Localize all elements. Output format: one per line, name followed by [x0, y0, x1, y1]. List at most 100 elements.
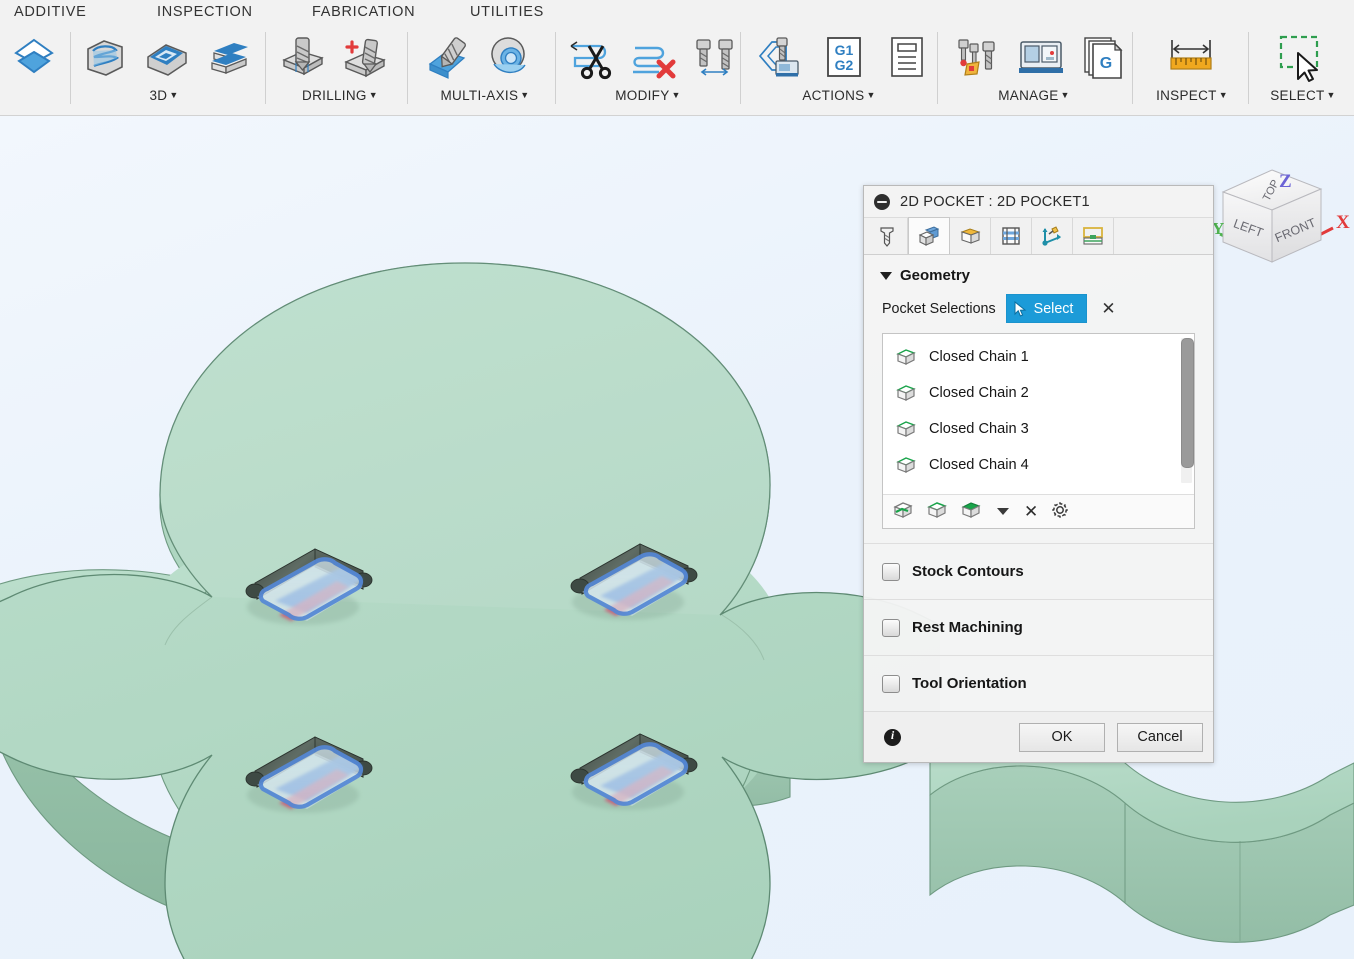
ribbon-label-manage[interactable]: MANAGE ▼	[958, 88, 1110, 103]
heights-tab[interactable]	[950, 218, 991, 254]
g1-g2-icon[interactable]: G1 G2	[813, 29, 875, 85]
ribbon-group-actions: G1 G2 ACTIONS ▼	[745, 26, 933, 115]
scrollbar-thumb[interactable]	[1181, 338, 1194, 468]
dialog-title-bar[interactable]: 2D POCKET : 2D POCKET1	[864, 186, 1213, 218]
open-chain-icon	[893, 502, 913, 518]
manual-nc-icon	[1083, 227, 1103, 245]
ok-button[interactable]: OK	[1019, 722, 1105, 752]
ribbon-group-multiaxis: MULTI-AXIS ▼	[410, 26, 560, 115]
chain-list[interactable]: Closed Chain 1 Closed Chain 2 Closed Cha…	[883, 334, 1194, 494]
tool-tab[interactable]	[867, 218, 908, 254]
stock-contours-checkbox[interactable]	[882, 562, 900, 581]
chain-list-container[interactable]: Closed Chain 1 Closed Chain 2 Closed Cha…	[882, 333, 1195, 529]
ribbon-label-inspect[interactable]: INSPECT ▼	[1138, 88, 1246, 103]
drill-icon[interactable]	[272, 29, 334, 85]
additive-icon[interactable]	[3, 29, 65, 85]
face-selection-tool[interactable]	[960, 500, 982, 523]
panel-title-additive: ADDITIVE	[14, 4, 87, 20]
ribbon-label-drilling[interactable]: DRILLING ▼	[278, 88, 402, 103]
ribbon-group-additive	[0, 26, 68, 115]
rest-machining-row[interactable]: Rest Machining	[864, 599, 1213, 655]
swarf-icon[interactable]	[416, 29, 478, 85]
ribbon-label-3d[interactable]: 3D ▼	[128, 88, 200, 103]
select-button[interactable]: Select	[1005, 294, 1088, 323]
flat-3d-icon[interactable]	[197, 29, 259, 85]
geometry-tab[interactable]	[908, 217, 950, 254]
dialog-tab-strip[interactable]	[864, 217, 1213, 255]
tool-compare-icon[interactable]	[684, 29, 746, 85]
cancel-button[interactable]: Cancel	[1117, 722, 1203, 752]
2d-pocket-dialog[interactable]: 2D POCKET : 2D POCKET1 Geometry Pocket S…	[863, 185, 1214, 763]
setup-sheet-icon[interactable]	[875, 29, 937, 85]
label-inspect-text: INSPECT	[1156, 88, 1217, 103]
stock-contours-row[interactable]: Stock Contours	[864, 543, 1213, 599]
chevron-down-icon[interactable]	[997, 508, 1009, 515]
list-item[interactable]: Closed Chain 1	[883, 339, 1194, 375]
list-item-label: Closed Chain 4	[929, 457, 1029, 473]
ribbon-group-inspect: INSPECT ▼	[1138, 26, 1246, 115]
ribbon-group-3d: 3D ▼	[73, 26, 263, 115]
linking-tab[interactable]	[1032, 218, 1073, 254]
rest-machining-label: Rest Machining	[912, 619, 1023, 636]
svg-text:G2: G2	[835, 57, 854, 73]
ribbon-label-multiaxis[interactable]: MULTI-AXIS ▼	[410, 88, 560, 103]
list-item[interactable]: Closed Chain 2	[883, 375, 1194, 411]
list-scrollbar[interactable]	[1181, 338, 1194, 483]
machine-library-icon[interactable]	[1010, 29, 1072, 85]
delete-toolpath-icon[interactable]	[622, 29, 684, 85]
tool-orientation-checkbox[interactable]	[882, 674, 900, 693]
clear-selection-icon[interactable]: ✕	[1097, 298, 1119, 319]
label-modify-text: MODIFY	[615, 88, 670, 103]
dialog-title-text: 2D POCKET : 2D POCKET1	[900, 193, 1090, 210]
svg-text:G: G	[1100, 55, 1112, 72]
axis-label-x: X	[1336, 212, 1350, 233]
chevron-down-icon[interactable]: ▼	[520, 90, 529, 100]
chevron-down-icon[interactable]: ▼	[1219, 90, 1228, 100]
geometry-icon	[918, 226, 940, 246]
collapse-icon[interactable]	[874, 193, 890, 210]
chevron-down-icon[interactable]: ▼	[866, 90, 875, 100]
cursor-arrow-icon	[1297, 52, 1318, 82]
tool-orientation-row[interactable]: Tool Orientation	[864, 655, 1213, 711]
list-item[interactable]: Closed Chain 3	[883, 411, 1194, 447]
chain-list-toolbar[interactable]: ✕	[883, 494, 1194, 528]
select-window-icon[interactable]	[1270, 29, 1332, 85]
chevron-down-icon[interactable]: ▼	[369, 90, 378, 100]
ribbon-label-modify[interactable]: MODIFY ▼	[584, 88, 712, 103]
tool-library-icon[interactable]	[948, 29, 1010, 85]
passes-tab[interactable]	[991, 218, 1032, 254]
ribbon-label-actions[interactable]: ACTIONS ▼	[763, 88, 915, 103]
rotary-icon[interactable]	[478, 29, 540, 85]
closed-chain-tool[interactable]	[926, 500, 948, 523]
chevron-down-icon[interactable]: ▼	[1327, 90, 1336, 100]
width-arrow-icon	[700, 68, 729, 76]
list-item-label: Closed Chain 1	[929, 349, 1029, 365]
chevron-down-icon[interactable]	[880, 271, 892, 280]
info-icon[interactable]	[884, 728, 901, 746]
drill-add-icon[interactable]	[334, 29, 396, 85]
rest-machining-checkbox[interactable]	[882, 618, 900, 637]
manual-nc-tab[interactable]	[1073, 218, 1114, 254]
inspection-surface-icon[interactable]	[73, 29, 135, 85]
label-multiaxis-text: MULTI-AXIS	[440, 88, 519, 103]
list-item[interactable]: Closed Chain 4	[883, 447, 1194, 483]
simulate-icon[interactable]	[751, 29, 813, 85]
open-chain-tool[interactable]	[892, 500, 914, 523]
label-select-text: SELECT	[1270, 88, 1325, 103]
measure-ruler-icon[interactable]	[1160, 29, 1222, 85]
ribbon-group-drilling: DRILLING ▼	[268, 26, 412, 115]
chevron-down-icon[interactable]: ▼	[672, 90, 681, 100]
gear-icon[interactable]	[1050, 500, 1070, 523]
dialog-footer: OK Cancel	[864, 711, 1213, 762]
geometry-section-header[interactable]: Geometry	[864, 255, 1213, 292]
post-process-icon[interactable]: G	[1072, 29, 1134, 85]
ribbon-label-select[interactable]: SELECT ▼	[1252, 88, 1354, 103]
trim-scissors-icon[interactable]	[560, 29, 622, 85]
closed-chain-icon	[896, 349, 916, 365]
chevron-down-icon[interactable]: ▼	[1061, 90, 1070, 100]
view-cube[interactable]: TOP LEFT FRONT Z X Y	[1208, 162, 1354, 288]
close-x-icon[interactable]: ✕	[1024, 503, 1038, 520]
adaptive-3d-icon[interactable]	[135, 29, 197, 85]
axis-label-z: Z	[1279, 171, 1292, 192]
chevron-down-icon[interactable]: ▼	[169, 90, 178, 100]
